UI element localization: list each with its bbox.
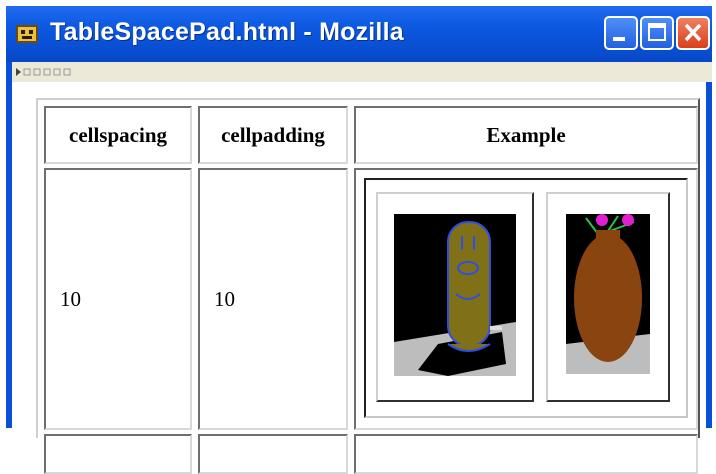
vase-image bbox=[566, 214, 650, 374]
maximize-button[interactable] bbox=[640, 16, 674, 50]
spacing-table: cellspacing cellpadding Example 10 10 bbox=[36, 98, 700, 474]
nested-cell-vase bbox=[546, 192, 670, 402]
cellpadding-value: 10 bbox=[214, 286, 235, 311]
table-cell bbox=[354, 434, 698, 474]
nested-cell-figure bbox=[376, 192, 534, 402]
close-icon bbox=[684, 23, 702, 42]
table-header-cell: cellspacing bbox=[44, 106, 192, 164]
close-button[interactable] bbox=[676, 16, 710, 50]
table-header-cell: Example bbox=[354, 106, 698, 164]
window-title: TableSpacePad.html - Mozilla bbox=[50, 18, 404, 46]
page-content: cellspacing cellpadding Example 10 10 bbox=[12, 82, 706, 474]
minimize-icon bbox=[613, 37, 625, 41]
figure-image bbox=[394, 214, 516, 376]
table-cell bbox=[44, 434, 192, 474]
example-cell bbox=[354, 168, 698, 430]
toolbar bbox=[12, 62, 712, 82]
table-header-cellpadding: cellpadding bbox=[221, 122, 325, 147]
cellspacing-value: 10 bbox=[60, 286, 81, 311]
table-cell: 10 bbox=[44, 168, 192, 430]
nested-example-table bbox=[364, 178, 688, 418]
table-cell bbox=[198, 434, 348, 474]
minimize-button[interactable] bbox=[604, 16, 638, 50]
toolbar-grip-icon[interactable] bbox=[16, 67, 86, 77]
title-bar[interactable]: TableSpacePad.html - Mozilla bbox=[6, 6, 712, 62]
table-header-example: Example bbox=[486, 122, 566, 147]
mozilla-app-icon[interactable] bbox=[14, 22, 40, 46]
maximize-icon bbox=[648, 23, 666, 41]
table-cell: 10 bbox=[198, 168, 348, 430]
table-header-cell: cellpadding bbox=[198, 106, 348, 164]
browser-window: TableSpacePad.html - Mozilla cellspacing… bbox=[6, 6, 712, 474]
table-header-cellspacing: cellspacing bbox=[69, 122, 167, 147]
